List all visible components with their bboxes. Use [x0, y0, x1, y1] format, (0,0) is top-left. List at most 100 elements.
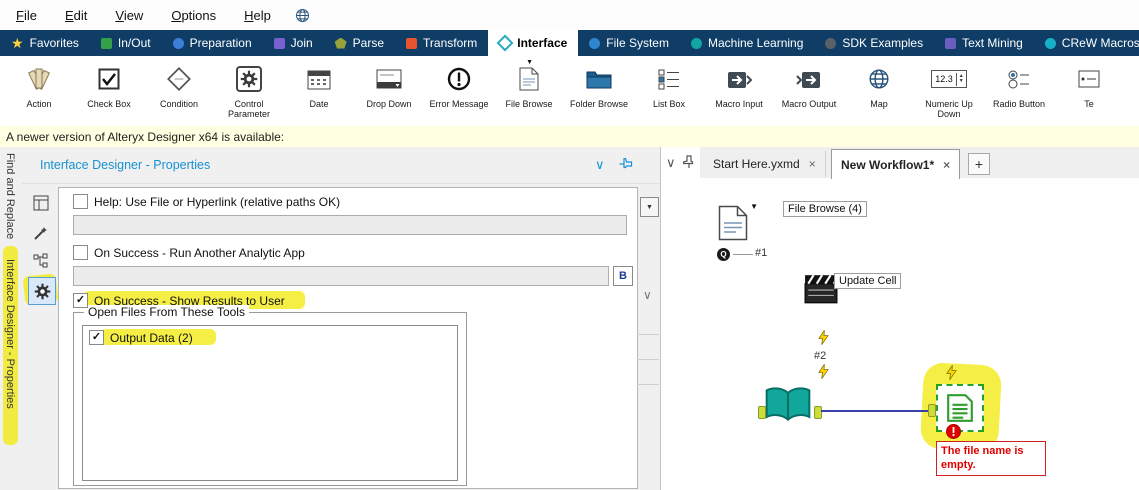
tool-macro-input[interactable]: Macro Input — [704, 56, 774, 109]
tool-drop-down[interactable]: Drop Down — [354, 56, 424, 109]
properties-view-button[interactable] — [28, 277, 56, 305]
machine-learning-icon — [690, 37, 702, 49]
tool-condition[interactable]: Condition — [144, 56, 214, 109]
menu-view[interactable]: View — [101, 3, 157, 28]
tree-view-button[interactable] — [29, 249, 53, 273]
run-app-checkbox[interactable] — [73, 245, 88, 260]
help-checkbox[interactable] — [73, 194, 88, 209]
wizard-view-button[interactable] — [29, 221, 53, 245]
divider-chevron-down-icon[interactable]: ∨ — [666, 156, 676, 169]
check-icon: ✓ — [91, 331, 102, 343]
drop-down-icon — [376, 61, 402, 97]
palette-tab-machine-learning[interactable]: Machine Learning — [680, 30, 814, 56]
menu-edit[interactable]: Edit — [51, 3, 101, 28]
palette-tab-sdk-examples[interactable]: SDK Examples — [814, 30, 934, 56]
tool-text-box-cut[interactable]: Te — [1054, 56, 1124, 109]
parse-icon — [334, 37, 347, 49]
clapperboard-icon — [804, 274, 838, 304]
palette-tab-crew-macros[interactable]: CReW Macros — [1034, 30, 1139, 56]
palette-tab-transform[interactable]: Transform — [395, 30, 488, 56]
tool-macro-output[interactable]: Macro Output — [774, 56, 844, 109]
in-out-icon — [100, 37, 112, 49]
menu-help[interactable]: Help — [230, 3, 285, 28]
close-icon[interactable]: × — [809, 157, 816, 171]
file-browse-tool[interactable]: ▼ — [718, 202, 760, 250]
sdk-examples-icon — [825, 37, 837, 49]
numeric-up-down-icon: 12.3 ▲ ▼ — [931, 61, 967, 97]
open-book-icon — [764, 384, 812, 426]
tool-radio-button[interactable]: Radio Button — [984, 56, 1054, 109]
run-app-input[interactable] — [73, 266, 609, 286]
new-tab-button[interactable]: + — [968, 153, 990, 175]
hidden-scroll-chevron[interactable]: ∨ — [643, 288, 652, 302]
green-document-icon — [946, 393, 974, 423]
tool-list-box[interactable]: List Box — [634, 56, 704, 109]
menu-options[interactable]: Options — [157, 3, 230, 28]
anchor-connector-line — [733, 254, 753, 255]
close-icon[interactable]: × — [943, 158, 950, 172]
annotation-1: #1 — [755, 247, 768, 259]
list-box-icon — [657, 61, 681, 97]
help-checkbox-label: Help: Use File or Hyperlink (relative pa… — [94, 194, 341, 209]
tool-file-browse[interactable]: ▼ File Browse — [494, 56, 564, 109]
tab-start-here-label: Start Here.yxmd — [713, 157, 800, 171]
open-files-group: Open Files From These Tools ✓ Output Dat… — [73, 305, 467, 486]
browse-app-button[interactable]: B — [613, 266, 633, 286]
book-tool[interactable] — [764, 384, 812, 431]
tool-palette-tabs: ★ Favorites In/Out Preparation Join Parse… — [0, 30, 1139, 56]
tool-control-parameter[interactable]: Control Parameter — [214, 56, 284, 120]
tree-icon — [33, 253, 49, 269]
layout-view-button[interactable] — [29, 191, 53, 215]
tool-error-message[interactable]: Error Message — [424, 56, 494, 109]
palette-tab-parse[interactable]: Parse — [324, 30, 395, 56]
palette-tab-interface[interactable]: Interface — [488, 30, 579, 56]
tool-action[interactable]: Action — [4, 56, 74, 109]
file-browse-icon: ▼ — [519, 59, 539, 97]
show-results-checkbox[interactable]: ✓ — [73, 293, 88, 308]
connection-wire[interactable] — [821, 410, 931, 412]
lightning-anchor-icon — [818, 364, 829, 384]
tab-new-workflow1[interactable]: New Workflow1* × — [831, 149, 961, 179]
help-file-input[interactable] — [73, 215, 627, 235]
tool-check-box[interactable]: Check Box — [74, 56, 144, 109]
divider-pin-icon[interactable] — [683, 155, 695, 171]
show-results-checkbox-row: ✓ On Success - Show Results to User — [73, 293, 285, 308]
lightning-anchor-icon — [818, 330, 829, 350]
tool-date[interactable]: Date — [284, 56, 354, 109]
workflow-canvas[interactable]: ▼ Q #1 File Browse (4) Update Cell #2 Th… — [700, 178, 1139, 490]
tab-start-here[interactable]: Start Here.yxmd × — [704, 151, 826, 177]
palette-tab-file-system[interactable]: File System — [578, 30, 680, 56]
output-data-checkbox[interactable]: ✓ — [89, 330, 104, 345]
globe-icon[interactable] — [295, 8, 310, 23]
join-icon — [273, 37, 285, 49]
tool-map[interactable]: Map — [844, 56, 914, 109]
panel-pin-icon[interactable] — [619, 157, 632, 173]
control-parameter-icon — [236, 61, 262, 97]
panel-chevron-down-icon[interactable]: ∨ — [595, 158, 605, 171]
alteryx-designer-window: File Edit View Options Help ★ Favorites I… — [0, 0, 1139, 490]
update-cell-tool[interactable] — [804, 274, 838, 309]
hidden-combo-dropdown-button[interactable]: ▼ — [640, 197, 659, 217]
gear-icon — [34, 283, 51, 300]
file-browse-node-label[interactable]: File Browse (4) — [783, 201, 867, 217]
rail-tab-find-and-replace[interactable]: Find and Replace — [4, 153, 16, 239]
dropdown-arrow-icon: ▼ — [526, 59, 533, 66]
output-data-label: Output Data (2) — [110, 330, 193, 345]
error-tooltip: The file name is empty. — [936, 441, 1046, 476]
tool-folder-browse[interactable]: Folder Browse — [564, 56, 634, 109]
palette-tab-in-out[interactable]: In/Out — [90, 30, 162, 56]
workflow-tab-bar: Start Here.yxmd × New Workflow1* × + — [700, 147, 1139, 179]
palette-tab-favorites[interactable]: ★ Favorites — [0, 30, 90, 56]
preparation-icon — [172, 37, 184, 49]
rail-tab-interface-designer[interactable]: Interface Designer - Properties — [4, 259, 16, 409]
palette-tab-preparation[interactable]: Preparation — [162, 30, 263, 56]
output-tools-list[interactable]: ✓ Output Data (2) — [82, 325, 458, 481]
update-cell-node-label[interactable]: Update Cell — [834, 273, 902, 289]
interface-designer-content: Help: Use File or Hyperlink (relative pa… — [58, 187, 638, 489]
palette-tab-text-mining[interactable]: Text Mining — [934, 30, 1034, 56]
tool-numeric-up-down[interactable]: 12.3 ▲ ▼ Numeric Up Down — [914, 56, 984, 120]
file-system-icon — [589, 37, 601, 49]
menu-file[interactable]: File — [2, 3, 51, 28]
transform-icon — [406, 37, 418, 49]
palette-tab-join[interactable]: Join — [263, 30, 324, 56]
